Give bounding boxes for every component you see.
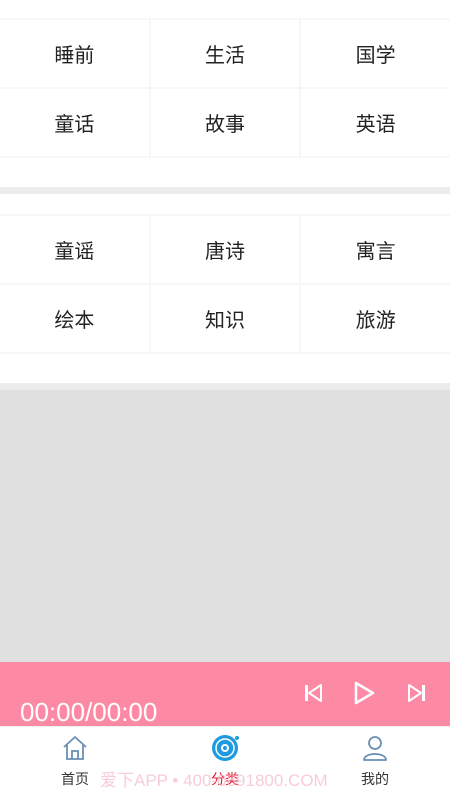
empty-content-area: [0, 390, 450, 662]
section-divider: [0, 187, 450, 194]
home-icon: [60, 733, 90, 763]
category-nursery-rhyme[interactable]: 童谣: [0, 216, 149, 283]
playback-time: 00:00/00:00: [20, 697, 158, 727]
category-fairy-tale[interactable]: 童话: [0, 89, 149, 156]
category-knowledge[interactable]: 知识: [150, 285, 300, 352]
category-story[interactable]: 故事: [150, 89, 300, 156]
category-tang-poetry[interactable]: 唐诗: [150, 216, 300, 283]
category-travel[interactable]: 旅游: [301, 285, 450, 352]
category-disc-icon: [210, 733, 240, 763]
category-grid-primary: 睡前 生活 国学 童话 故事 英语: [0, 18, 450, 158]
category-sleep[interactable]: 睡前: [0, 20, 149, 87]
category-english[interactable]: 英语: [301, 89, 450, 156]
mini-player: 00:00/00:00: [0, 662, 450, 727]
category-chinese-classics[interactable]: 国学: [301, 20, 450, 87]
play-icon[interactable]: [351, 680, 377, 706]
tab-mine[interactable]: 我的: [300, 727, 450, 800]
tab-home-label: 首页: [61, 772, 89, 788]
category-life[interactable]: 生活: [150, 20, 300, 87]
category-fable[interactable]: 寓言: [301, 216, 450, 283]
bottom-tab-bar: 首页 分类 我的: [0, 726, 450, 800]
user-icon: [360, 733, 390, 763]
category-grid-secondary: 童谣 唐诗 寓言 绘本 知识 旅游: [0, 214, 450, 354]
tab-home[interactable]: 首页: [0, 727, 150, 800]
skip-previous-icon[interactable]: [300, 680, 326, 706]
skip-next-icon[interactable]: [404, 680, 430, 706]
tab-category[interactable]: 分类: [150, 727, 300, 800]
category-picture-book[interactable]: 绘本: [0, 285, 149, 352]
tab-category-label: 分类: [211, 772, 239, 788]
tab-mine-label: 我的: [361, 772, 389, 788]
section-divider: [0, 383, 450, 390]
